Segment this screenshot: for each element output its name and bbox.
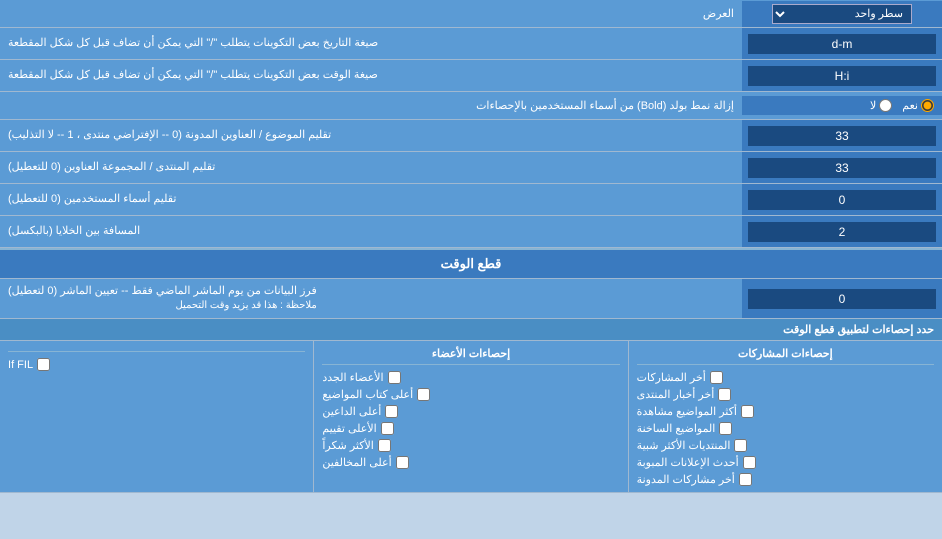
stat-extra-1: If FIL bbox=[8, 356, 305, 373]
date-format-input-container bbox=[742, 28, 942, 59]
stats-col-members: إحصاءات الأعضاء الأعضاء الجدد أعلى كتاب … bbox=[314, 341, 628, 492]
stat-post-7: أخر مشاركات المدونة bbox=[637, 471, 934, 488]
stats-col-members-header: إحصاءات الأعضاء bbox=[322, 345, 619, 365]
date-format-row: صيغة التاريخ بعض التكوينات يتطلب "/" الت… bbox=[0, 28, 942, 60]
time-format-row: صيغة الوقت بعض التكوينات يتطلب "/" التي … bbox=[0, 60, 942, 92]
stat-extra-1-checkbox[interactable] bbox=[37, 358, 50, 371]
trim-subject-row: تقليم الموضوع / العناوين المدونة (0 -- ا… bbox=[0, 120, 942, 152]
trim-users-input-container bbox=[742, 184, 942, 215]
stat-mem-3-checkbox[interactable] bbox=[385, 405, 398, 418]
stat-mem-5: الأكثر شكراً bbox=[322, 437, 619, 454]
stat-post-5-checkbox[interactable] bbox=[734, 439, 747, 452]
radio-no[interactable]: لا bbox=[870, 99, 892, 112]
stats-col-posts-header: إحصاءات المشاركات bbox=[637, 345, 934, 365]
time-cut-label: فرز البيانات من يوم الماشر الماضي فقط --… bbox=[0, 279, 742, 318]
cell-spacing-input-container bbox=[742, 216, 942, 247]
time-format-input-container bbox=[742, 60, 942, 91]
stat-mem-1-checkbox[interactable] bbox=[388, 371, 401, 384]
stat-mem-6-checkbox[interactable] bbox=[396, 456, 409, 469]
trim-subject-input-container bbox=[742, 120, 942, 151]
stat-mem-2: أعلى كتاب المواضيع bbox=[322, 386, 619, 403]
time-format-input[interactable] bbox=[748, 66, 936, 86]
stat-mem-3: أعلى الداعين bbox=[322, 403, 619, 420]
trim-forum-label: تقليم المنتدى / المجموعة العناوين (0 للت… bbox=[0, 152, 742, 183]
stat-post-3-checkbox[interactable] bbox=[741, 405, 754, 418]
stat-post-4: المواضيع الساخنة bbox=[637, 420, 934, 437]
stat-post-5: المنتديات الأكثر شبية bbox=[637, 437, 934, 454]
trim-users-row: تقليم أسماء المستخدمين (0 للتعطيل) bbox=[0, 184, 942, 216]
top-row-label: العرض bbox=[0, 2, 742, 25]
stats-section: حدد إحصاءات لتطبيق قطع الوقت إحصاءات الم… bbox=[0, 319, 942, 493]
radio-yes[interactable]: نعم bbox=[902, 99, 934, 112]
stat-post-3: أكثر المواضيع مشاهدة bbox=[637, 403, 934, 420]
stat-post-6-checkbox[interactable] bbox=[743, 456, 756, 469]
cell-spacing-input[interactable] bbox=[748, 222, 936, 242]
stat-mem-4-checkbox[interactable] bbox=[381, 422, 394, 435]
trim-users-label: تقليم أسماء المستخدمين (0 للتعطيل) bbox=[0, 184, 742, 215]
trim-users-input[interactable] bbox=[748, 190, 936, 210]
top-row: العرض سطر واحدسطرينثلاثة أسطر bbox=[0, 0, 942, 28]
stat-mem-5-checkbox[interactable] bbox=[378, 439, 391, 452]
trim-subject-label: تقليم الموضوع / العناوين المدونة (0 -- ا… bbox=[0, 120, 742, 151]
time-cut-input-container bbox=[742, 279, 942, 318]
stats-col-extra: If FIL bbox=[0, 341, 314, 492]
bold-removal-inputs: نعم لا bbox=[742, 96, 942, 115]
top-row-input: سطر واحدسطرينثلاثة أسطر bbox=[742, 1, 942, 27]
stats-columns: إحصاءات المشاركات أخر المشاركات أخر أخبا… bbox=[0, 341, 942, 492]
stat-post-2-checkbox[interactable] bbox=[718, 388, 731, 401]
time-format-label: صيغة الوقت بعض التكوينات يتطلب "/" التي … bbox=[0, 60, 742, 91]
stat-mem-1: الأعضاء الجدد bbox=[322, 369, 619, 386]
radio-no-input[interactable] bbox=[879, 99, 892, 112]
stat-post-1-checkbox[interactable] bbox=[710, 371, 723, 384]
radio-yes-input[interactable] bbox=[921, 99, 934, 112]
time-cut-row: فرز البيانات من يوم الماشر الماضي فقط --… bbox=[0, 279, 942, 319]
stat-post-7-checkbox[interactable] bbox=[739, 473, 752, 486]
stat-post-1: أخر المشاركات bbox=[637, 369, 934, 386]
trim-forum-input[interactable] bbox=[748, 158, 936, 178]
stat-post-2: أخر أخبار المنتدى bbox=[637, 386, 934, 403]
time-cut-header: قطع الوقت bbox=[0, 248, 942, 279]
stats-col-posts: إحصاءات المشاركات أخر المشاركات أخر أخبا… bbox=[629, 341, 942, 492]
stat-mem-6: أعلى المخالفين bbox=[322, 454, 619, 471]
cell-spacing-row: المسافة بين الخلايا (بالبكسل) bbox=[0, 216, 942, 248]
date-format-label: صيغة التاريخ بعض التكوينات يتطلب "/" الت… bbox=[0, 28, 742, 59]
date-format-input[interactable] bbox=[748, 34, 936, 54]
time-cut-input[interactable] bbox=[748, 289, 936, 309]
bold-removal-label: إزالة نمط بولد (Bold) من أسماء المستخدمي… bbox=[0, 94, 742, 117]
bold-removal-row: إزالة نمط بولد (Bold) من أسماء المستخدمي… bbox=[0, 92, 942, 120]
stat-post-4-checkbox[interactable] bbox=[719, 422, 732, 435]
stat-mem-2-checkbox[interactable] bbox=[417, 388, 430, 401]
trim-forum-input-container bbox=[742, 152, 942, 183]
trim-subject-input[interactable] bbox=[748, 126, 936, 146]
view-select[interactable]: سطر واحدسطرينثلاثة أسطر bbox=[772, 4, 912, 24]
stat-post-6: أحدث الإعلانات المبوبة bbox=[637, 454, 934, 471]
main-container: العرض سطر واحدسطرينثلاثة أسطر صيغة التار… bbox=[0, 0, 942, 493]
cell-spacing-label: المسافة بين الخلايا (بالبكسل) bbox=[0, 216, 742, 247]
stats-col-extra-header bbox=[8, 345, 305, 352]
stats-apply-label: حدد إحصاءات لتطبيق قطع الوقت bbox=[0, 319, 942, 341]
stat-mem-4: الأعلى تقييم bbox=[322, 420, 619, 437]
trim-forum-row: تقليم المنتدى / المجموعة العناوين (0 للت… bbox=[0, 152, 942, 184]
